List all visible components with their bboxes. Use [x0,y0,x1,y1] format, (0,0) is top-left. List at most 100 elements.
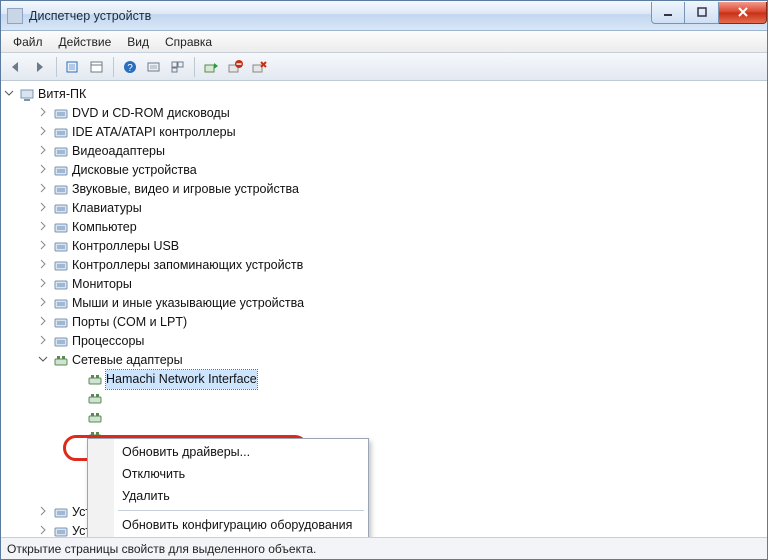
menu-file[interactable]: Файл [5,33,51,51]
device-category-icon [53,524,69,538]
expand-icon[interactable] [37,334,49,346]
expand-icon[interactable] [37,315,49,327]
uninstall-button[interactable] [248,56,270,78]
ctx-update-drivers[interactable]: Обновить драйверы... [90,441,366,463]
expand-icon[interactable] [37,163,49,175]
context-menu: Обновить драйверы... Отключить Удалить О… [87,438,369,537]
device-category-icon [53,277,69,293]
device-manager-window: Диспетчер устройств Файл Действие Вид Сп… [0,0,768,560]
expand-icon[interactable] [37,106,49,118]
device-category-icon [53,106,69,122]
menubar: Файл Действие Вид Справка [1,31,767,53]
statusbar: Открытие страницы свойств для выделенног… [1,537,767,559]
expand-icon[interactable] [37,524,49,536]
expand-icon[interactable] [37,144,49,156]
device-category-icon [53,505,69,521]
disable-button[interactable] [224,56,246,78]
titlebar[interactable]: Диспетчер устройств [1,1,767,31]
device-tree[interactable]: Витя-ПК DVD и CD-ROM дисководыIDE ATA/AT… [1,81,767,537]
back-button[interactable] [5,56,27,78]
close-button[interactable] [719,2,767,24]
separator [194,57,195,77]
device-network-adapter[interactable]: item [71,389,765,408]
separator [113,57,114,77]
menu-help[interactable]: Справка [157,33,220,51]
app-icon [7,8,23,24]
category-label: Звуковые, видео и игровые устройства [72,180,299,199]
category-node[interactable]: Порты (COM и LPT) [37,313,765,332]
category-node[interactable]: Звуковые, видео и игровые устройства [37,180,765,199]
expand-icon[interactable] [37,220,49,232]
network-adapter-icon [87,372,103,388]
separator [56,57,57,77]
device-category-icon [53,125,69,141]
menu-action[interactable]: Действие [51,33,120,51]
device-category-icon [53,220,69,236]
category-node[interactable]: Мыши и иные указывающие устройства [37,294,765,313]
category-label: DVD и CD-ROM дисководы [72,104,230,123]
root-label: Витя-ПК [38,85,86,104]
device-category-icon [53,296,69,312]
update-driver-button[interactable] [200,56,222,78]
device-category-icon [53,201,69,217]
svg-text:?: ? [127,63,133,74]
category-node[interactable]: Видеоадаптеры [37,142,765,161]
device-network-adapter[interactable]: item [71,408,765,427]
toolbar: ? [1,53,767,81]
network-adapter-icon [53,353,69,369]
computer-icon [19,87,35,103]
category-label: Мыши и иные указывающие устройства [72,294,304,313]
device-category-icon [53,334,69,350]
category-label: IDE ATA/ATAPI контроллеры [72,123,236,142]
show-hidden-button[interactable] [62,56,84,78]
expand-icon[interactable] [37,277,49,289]
minimize-button[interactable] [651,2,685,24]
ctx-disable[interactable]: Отключить [90,463,366,485]
category-node[interactable]: Клавиатуры [37,199,765,218]
help-button[interactable]: ? [119,56,141,78]
device-category-icon [53,239,69,255]
network-adapter-icon [87,410,103,426]
collapse-icon[interactable] [3,87,15,99]
expand-icon[interactable] [37,239,49,251]
status-text: Открытие страницы свойств для выделенног… [7,542,316,556]
category-label: Процессоры [72,332,144,351]
view-button[interactable] [167,56,189,78]
category-label: Порты (COM и LPT) [72,313,187,332]
expand-icon[interactable] [37,296,49,308]
scan-button[interactable] [143,56,165,78]
forward-button[interactable] [29,56,51,78]
category-node[interactable]: Дисковые устройства [37,161,765,180]
device-category-icon [53,163,69,179]
window-title: Диспетчер устройств [29,9,651,23]
category-label: Видеоадаптеры [72,142,165,161]
category-node[interactable]: DVD и CD-ROM дисководы [37,104,765,123]
network-adapter-icon [87,391,103,407]
category-node[interactable]: Мониторы [37,275,765,294]
expand-icon[interactable] [37,505,49,517]
category-label: Контроллеры запоминающих устройств [72,256,303,275]
collapse-icon[interactable] [37,353,49,365]
category-node[interactable]: Процессоры [37,332,765,351]
category-node[interactable]: IDE ATA/ATAPI контроллеры [37,123,765,142]
device-hamachi[interactable]: Hamachi Network Interface [71,370,765,389]
category-node[interactable]: Контроллеры запоминающих устройств [37,256,765,275]
device-category-icon [53,182,69,198]
category-node[interactable]: Компьютер [37,218,765,237]
category-label: Дисковые устройства [72,161,197,180]
category-label: Компьютер [72,218,137,237]
category-label: Мониторы [72,275,132,294]
expand-icon[interactable] [37,258,49,270]
expand-icon[interactable] [37,125,49,137]
maximize-button[interactable] [685,2,719,24]
category-label: Контроллеры USB [72,237,179,256]
category-node[interactable]: Контроллеры USB [37,237,765,256]
properties-button[interactable] [86,56,108,78]
menu-view[interactable]: Вид [119,33,157,51]
expand-icon[interactable] [37,182,49,194]
expand-icon[interactable] [37,201,49,213]
ctx-remove[interactable]: Удалить [90,485,366,507]
ctx-scan[interactable]: Обновить конфигурацию оборудования [90,514,366,536]
device-category-icon [53,315,69,331]
separator [118,510,364,511]
